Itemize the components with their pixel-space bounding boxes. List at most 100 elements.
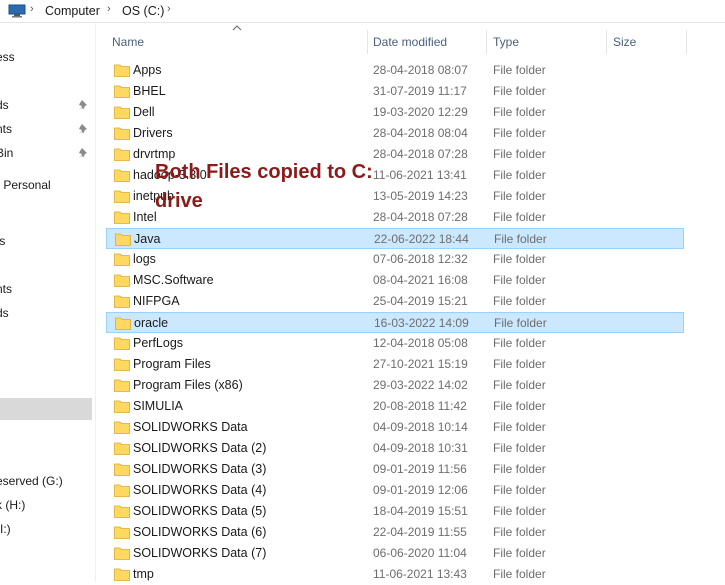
file-row[interactable]: SIMULIA 20-08-2018 11:42 File folder [106,396,684,417]
pin-icon [79,124,87,134]
pin-icon [79,100,87,110]
file-type: File folder [494,316,547,330]
file-row[interactable]: MSC.Software 08-04-2021 16:08 File folder [106,270,684,291]
folder-icon [114,484,130,497]
file-name: logs [133,252,156,266]
file-date-modified: 29-03-2022 14:02 [373,378,468,392]
file-date-modified: 09-01-2019 11:56 [373,462,467,476]
file-type: File folder [493,567,546,581]
file-name: Dell [133,105,155,119]
file-date-modified: 28-04-2018 08:07 [373,63,468,77]
folder-icon [114,85,130,98]
folder-icon [114,295,130,308]
file-row[interactable]: Dell 19-03-2020 12:29 File folder [106,102,684,123]
breadcrumb-chevron-icon[interactable]: › [107,3,111,15]
file-row[interactable]: BHEL 31-07-2019 11:17 File folder [106,81,684,102]
folder-icon [114,169,130,182]
folder-icon [114,505,130,518]
folder-icon [114,358,130,371]
nav-item-onedrive-personal[interactable]: - Personal [0,174,92,196]
navigation-pane[interactable]: ess ds nts Bin - Personal ts nts ds ) ) … [0,23,96,582]
file-row[interactable]: PerfLogs 12-04-2018 05:08 File folder [106,333,684,354]
file-row[interactable]: Java 22-06-2022 18:44 File folder [106,228,684,249]
nav-item-documents-2[interactable]: nts [0,278,92,300]
nav-item-documents[interactable]: nts [0,118,92,140]
file-row[interactable]: Program Files (x86) 29-03-2022 14:02 File … [106,375,684,396]
nav-item-label: k (H:) [0,498,26,512]
file-type: File folder [493,189,546,203]
column-header-type[interactable]: Type [487,30,607,54]
address-bar[interactable]: › Computer › OS (C:) › [0,0,725,23]
nav-item-label: ts [0,234,6,248]
file-type: File folder [494,232,547,246]
file-row[interactable]: logs 07-06-2018 12:32 File folder [106,249,684,270]
file-type: File folder [493,525,546,539]
file-row[interactable]: SOLIDWORKS Data 04-09-2018 10:14 File fold… [106,417,684,438]
column-header-size[interactable]: Size [607,30,687,54]
file-type: File folder [493,84,546,98]
nav-item-quick-access[interactable]: ess [0,46,92,68]
breadcrumb-chevron-icon[interactable]: › [167,3,171,15]
nav-item-drive-e[interactable]: ) [0,446,92,468]
file-row[interactable]: SOLIDWORKS Data (4) 09-01-2019 12:06 File … [106,480,684,501]
file-type: File folder [493,168,546,182]
breadcrumb-os-c[interactable]: OS (C:) [122,4,164,18]
nav-item-downloads[interactable]: ds [0,94,92,116]
file-row[interactable]: SOLIDWORKS Data (3) 09-01-2019 11:56 File … [106,459,684,480]
file-date-modified: 12-04-2018 05:08 [373,336,468,350]
file-row[interactable]: Apps 28-04-2018 08:07 File folder [106,60,684,81]
nav-splitter[interactable] [95,23,96,582]
file-row[interactable]: Program Files 27-10-2021 15:19 File folder [106,354,684,375]
nav-item-drive-i[interactable]: (I:) [0,518,92,540]
file-name: BHEL [133,84,166,98]
breadcrumb-chevron-icon[interactable]: › [30,3,34,15]
file-type: File folder [493,210,546,224]
nav-item-drive-d[interactable]: ) [0,422,92,444]
folder-icon [114,442,130,455]
folder-icon [115,233,131,246]
file-row[interactable]: oracle 16-03-2022 14:09 File folder [106,312,684,333]
file-type: File folder [493,399,546,413]
nav-item-disk-h[interactable]: k (H:) [0,494,92,516]
folder-icon [114,526,130,539]
nav-item-downloads-2[interactable]: ds [0,302,92,324]
file-row[interactable]: SOLIDWORKS Data (5) 18-04-2019 15:51 File … [106,501,684,522]
nav-item-os-c-selected[interactable] [0,398,92,420]
file-row[interactable]: SOLIDWORKS Data (7) 06-06-2020 11:04 File … [106,543,684,564]
column-header-name[interactable]: Name [106,30,368,54]
folder-icon [114,106,130,119]
file-row[interactable]: Drivers 28-04-2018 08:04 File folder [106,123,684,144]
file-date-modified: 25-04-2019 15:21 [373,294,468,308]
file-date-modified: 28-04-2018 08:04 [373,126,468,140]
file-row[interactable]: SOLIDWORKS Data (2) 04-09-2018 10:31 File … [106,438,684,459]
nav-item-label: ds [0,98,9,112]
column-header-date-modified[interactable]: Date modified [367,30,487,54]
folder-icon [114,421,130,434]
file-date-modified: 04-09-2018 10:14 [373,420,468,434]
folder-icon [114,400,130,413]
annotation-text: Both Files copied to C: drive [155,161,373,212]
file-row[interactable]: NIFPGA 25-04-2019 15:21 File folder [106,291,684,312]
nav-item-label: - Personal [0,178,51,192]
folder-icon [114,274,130,287]
column-divider[interactable] [686,30,687,54]
nav-item-objects[interactable]: ts [0,230,92,252]
file-date-modified: 19-03-2020 12:29 [373,105,468,119]
nav-item-bin[interactable]: Bin [0,142,92,164]
file-name: Program Files [133,357,211,371]
folder-icon [114,463,130,476]
file-name: NIFPGA [133,294,180,308]
file-name: SOLIDWORKS Data (3) [133,462,267,476]
breadcrumb-computer[interactable]: Computer [45,4,100,18]
file-date-modified: 18-04-2019 15:51 [373,504,468,518]
nav-item-reserved-g[interactable]: eserved (G:) [0,470,92,492]
file-name: Program Files (x86) [133,378,243,392]
file-type: File folder [493,378,546,392]
file-date-modified: 09-01-2019 12:06 [373,483,468,497]
file-name: Intel [133,210,157,224]
file-row[interactable]: SOLIDWORKS Data (6) 22-04-2019 11:55 File … [106,522,684,543]
file-date-modified: 22-06-2022 18:44 [374,232,469,246]
file-date-modified: 16-03-2022 14:09 [374,316,469,330]
file-date-modified: 06-06-2020 11:04 [373,546,467,560]
file-type: File folder [493,273,546,287]
